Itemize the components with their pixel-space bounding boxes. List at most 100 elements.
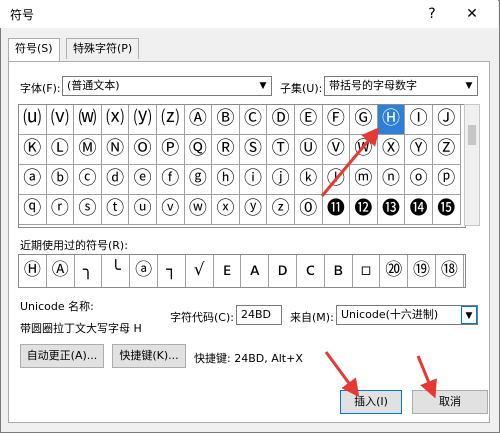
symbol-cell[interactable]: Ⓗ [377, 105, 406, 135]
symbol-cell[interactable]: ⓚ [294, 165, 323, 195]
symbol-cell[interactable]: Ⓦ [350, 135, 378, 165]
recent-symbol-cell[interactable]: ᴀ [241, 255, 270, 287]
font-select[interactable]: (普通文本) ▼ [62, 76, 272, 96]
symbol-cell[interactable]: Ⓓ [267, 105, 295, 135]
symbol-cell[interactable]: ⓓ [101, 165, 130, 195]
symbol-cell[interactable]: ⓙ [267, 165, 295, 195]
insert-button[interactable]: 插入(I) [340, 390, 402, 414]
recent-symbol-cell[interactable]: ▫ [353, 255, 381, 287]
char-code-input[interactable]: 24BD [236, 305, 282, 325]
symbol-cell[interactable]: ⓕ [156, 165, 185, 195]
symbol-cell[interactable]: Ⓡ [212, 135, 240, 165]
recent-symbol-cell[interactable]: Ⓗ [19, 255, 47, 287]
symbol-cell[interactable]: Ⓛ [46, 135, 75, 165]
symbol-cell[interactable]: Ⓠ [184, 135, 213, 165]
symbol-cell[interactable]: ⓘ [239, 165, 268, 195]
chevron-down-icon: ▼ [461, 306, 477, 324]
symbol-cell[interactable]: ⓐ [19, 165, 47, 195]
recent-symbol-cell[interactable]: ⑱ [436, 255, 464, 287]
recent-symbol-cell[interactable]: ⑲ [408, 255, 436, 287]
recent-symbol-cell[interactable]: ╰ [102, 255, 131, 287]
symbol-cell[interactable]: Ⓧ [377, 135, 406, 165]
symbol-cell[interactable]: Ⓩ [432, 135, 461, 165]
symbol-cell[interactable]: ⓯ [432, 195, 461, 225]
symbol-cell[interactable]: Ⓑ [212, 105, 240, 135]
symbol-grid-scrollbar[interactable] [464, 104, 480, 226]
symbol-cell[interactable]: Ⓣ [267, 135, 295, 165]
symbol-cell[interactable]: ⓔ [129, 165, 157, 195]
recent-symbol-cell[interactable]: ᴇ [214, 255, 242, 287]
symbol-cell[interactable]: ⓒ [74, 165, 102, 195]
symbol-cell[interactable]: ⓗ [212, 165, 240, 195]
symbol-cell[interactable]: ⒱ [46, 105, 75, 135]
symbol-cell[interactable]: ⓬ [350, 195, 378, 225]
symbol-cell[interactable]: Ⓟ [156, 135, 185, 165]
symbol-cell[interactable]: ⒵ [156, 105, 185, 135]
symbol-cell[interactable]: ⓖ [184, 165, 213, 195]
recent-symbol-cell[interactable]: Ⓐ [47, 255, 75, 287]
symbol-cell[interactable]: ⓭ [377, 195, 406, 225]
recent-symbol-cell[interactable]: ᴅ [269, 255, 297, 287]
symbol-cell[interactable]: Ⓝ [101, 135, 130, 165]
recent-symbol-cell[interactable]: ʙ [325, 255, 353, 287]
symbol-cell[interactable]: ⓝ [377, 165, 406, 195]
symbol-cell[interactable]: Ⓞ [129, 135, 157, 165]
symbol-cell[interactable]: ⓡ [46, 195, 75, 225]
symbol-cell[interactable]: ⓮ [405, 195, 433, 225]
dialog-title: 符号 [10, 8, 35, 22]
autocorrect-button[interactable]: 自动更正(A)... [20, 344, 104, 368]
symbol-cell[interactable]: ⒴ [129, 105, 157, 135]
recent-symbols: Ⓗ Ⓐ ╮ ╰ ⓐ ┐ √ ᴇ ᴀ ᴅ ᴄ ʙ ▫ ⑳ ⑲ ⑱ [18, 254, 466, 288]
symbol-cell[interactable]: Ⓐ [184, 105, 213, 135]
symbol-cell[interactable]: ⒳ [101, 105, 130, 135]
symbol-cell[interactable]: Ⓚ [19, 135, 47, 165]
symbol-cell[interactable]: ⓟ [432, 165, 461, 195]
symbol-cell[interactable]: ⓨ [239, 195, 268, 225]
recent-label: 近期使用过的符号(R): [20, 239, 128, 252]
symbol-cell[interactable]: ⓜ [350, 165, 378, 195]
recent-symbol-cell[interactable]: ┐ [158, 255, 186, 287]
recent-symbol-cell[interactable]: ╮ [75, 255, 103, 287]
symbol-cell[interactable]: Ⓔ [294, 105, 323, 135]
symbol-cell[interactable]: Ⓢ [239, 135, 268, 165]
symbol-cell[interactable]: ⓥ [156, 195, 185, 225]
tab-strip: 符号(S) 特殊字符(P) [8, 38, 488, 61]
recent-symbol-cell[interactable]: ⑳ [380, 255, 409, 287]
symbol-cell[interactable]: ⓪ [294, 195, 323, 225]
symbol-cell[interactable]: ⒲ [74, 105, 102, 135]
symbol-cell[interactable]: ⓢ [74, 195, 102, 225]
symbol-cell[interactable]: Ⓘ [405, 105, 433, 135]
subset-select[interactable]: 带括号的字母数字 ▼ [324, 76, 478, 96]
shortcut-key-button[interactable]: 快捷键(K)... [112, 344, 186, 368]
symbol-cell[interactable]: Ⓒ [239, 105, 268, 135]
help-button[interactable]: ? [422, 4, 442, 24]
symbol-cell[interactable]: ⓠ [19, 195, 47, 225]
symbol-cell[interactable]: ⓑ [46, 165, 75, 195]
symbol-cell[interactable]: ⓞ [405, 165, 433, 195]
symbol-cell[interactable]: ⓤ [129, 195, 157, 225]
from-value: Unicode(十六进制) [341, 308, 439, 321]
symbol-cell[interactable]: ⓫ [322, 195, 351, 225]
symbol-cell[interactable]: ⓩ [267, 195, 295, 225]
recent-symbol-cell[interactable]: ⓐ [130, 255, 158, 287]
symbol-cell[interactable]: ⓧ [212, 195, 240, 225]
close-button[interactable]: ✕ [462, 4, 482, 24]
symbol-cell[interactable]: Ⓖ [350, 105, 378, 135]
symbol-cell[interactable]: ⓦ [184, 195, 213, 225]
symbol-cell[interactable]: Ⓤ [294, 135, 323, 165]
symbol-cell[interactable]: ⓣ [101, 195, 130, 225]
tab-symbols[interactable]: 符号(S) [8, 38, 60, 61]
symbol-cell[interactable]: Ⓜ [74, 135, 102, 165]
symbol-cell[interactable]: Ⓕ [322, 105, 351, 135]
cancel-button[interactable]: 取消 [412, 390, 488, 414]
symbol-cell[interactable]: ⒰ [19, 105, 47, 135]
symbol-cell[interactable]: Ⓥ [322, 135, 351, 165]
recent-symbol-cell[interactable]: ᴄ [297, 255, 325, 287]
symbol-cell[interactable]: Ⓙ [432, 105, 461, 135]
tab-special-characters[interactable]: 特殊字符(P) [66, 38, 140, 59]
symbol-cell[interactable]: Ⓨ [405, 135, 433, 165]
symbol-cell[interactable]: ⓛ [322, 165, 351, 195]
recent-symbol-cell[interactable]: √ [186, 255, 214, 287]
scrollbar-thumb[interactable] [468, 125, 476, 145]
from-select[interactable]: Unicode(十六进制) ▼ [336, 305, 478, 325]
